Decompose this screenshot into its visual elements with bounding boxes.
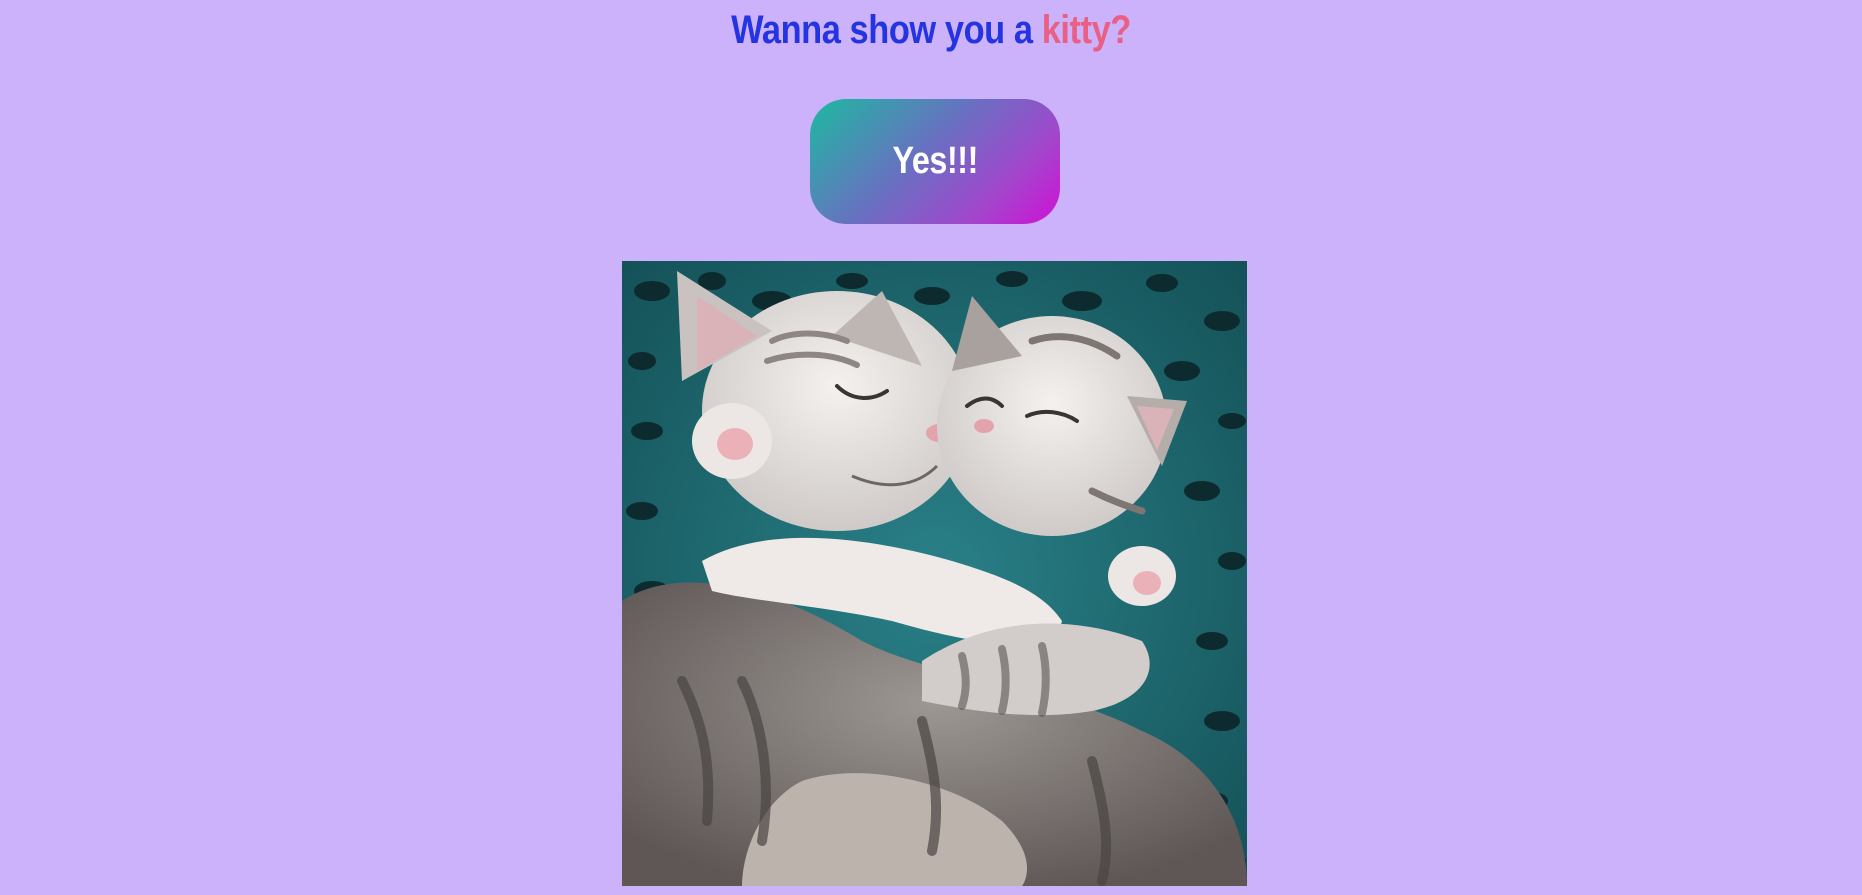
title-accent-text: kitty? — [1041, 8, 1132, 52]
page-title: Wanna show you a kitty? — [130, 5, 1731, 55]
yes-button[interactable]: Yes!!! — [810, 99, 1060, 224]
title-lead-text: Wanna show you a — [731, 8, 1042, 52]
kitty-image — [622, 261, 1247, 886]
yes-button-label: Yes!!! — [892, 140, 978, 182]
